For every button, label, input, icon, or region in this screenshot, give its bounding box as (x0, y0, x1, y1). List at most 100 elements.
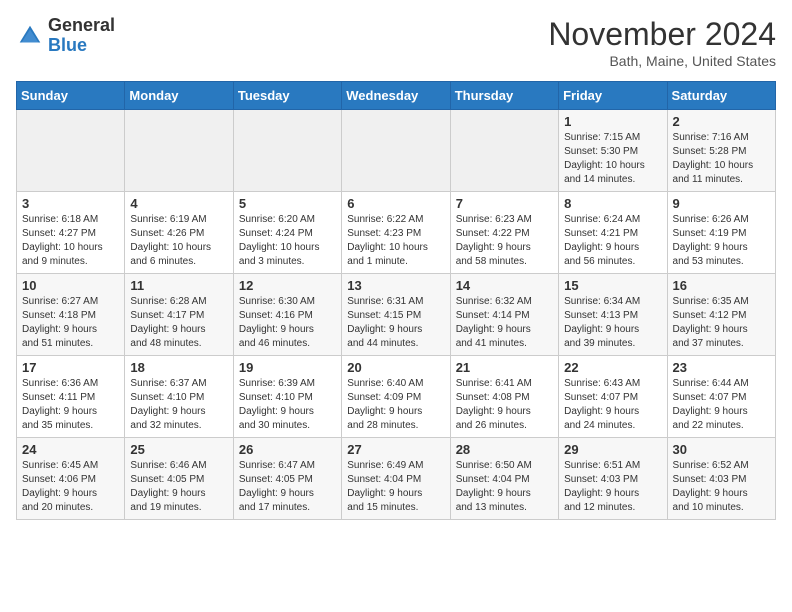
day-number: 23 (673, 360, 770, 375)
logo: General Blue (16, 16, 115, 56)
calendar-week-row: 17 Sunrise: 6:36 AM Sunset: 4:11 PM Dayli… (17, 356, 776, 438)
day-number: 27 (347, 442, 444, 457)
calendar-cell: 21 Sunrise: 6:41 AM Sunset: 4:08 PM Dayli… (450, 356, 558, 438)
day-info: Sunrise: 6:19 AM Sunset: 4:26 PM Dayligh… (130, 213, 227, 269)
day-info: Sunrise: 6:27 AM Sunset: 4:18 PM Dayligh… (22, 295, 119, 351)
calendar-cell: 7 Sunrise: 6:23 AM Sunset: 4:22 PM Daylig… (450, 192, 558, 274)
day-info: Sunrise: 6:20 AM Sunset: 4:24 PM Dayligh… (239, 213, 336, 269)
calendar-cell: 24 Sunrise: 6:45 AM Sunset: 4:06 PM Dayli… (17, 438, 125, 520)
weekday-header: Thursday (450, 82, 558, 110)
day-info: Sunrise: 6:18 AM Sunset: 4:27 PM Dayligh… (22, 213, 119, 269)
calendar-week-row: 10 Sunrise: 6:27 AM Sunset: 4:18 PM Dayli… (17, 274, 776, 356)
calendar-table: SundayMondayTuesdayWednesdayThursdayFrid… (16, 81, 776, 520)
day-info: Sunrise: 6:43 AM Sunset: 4:07 PM Dayligh… (564, 377, 661, 433)
day-info: Sunrise: 6:26 AM Sunset: 4:19 PM Dayligh… (673, 213, 770, 269)
day-info: Sunrise: 6:46 AM Sunset: 4:05 PM Dayligh… (130, 459, 227, 515)
day-info: Sunrise: 6:41 AM Sunset: 4:08 PM Dayligh… (456, 377, 553, 433)
day-info: Sunrise: 6:30 AM Sunset: 4:16 PM Dayligh… (239, 295, 336, 351)
day-number: 16 (673, 278, 770, 293)
calendar-cell: 10 Sunrise: 6:27 AM Sunset: 4:18 PM Dayli… (17, 274, 125, 356)
day-number: 6 (347, 196, 444, 211)
day-number: 1 (564, 114, 661, 129)
day-info: Sunrise: 6:49 AM Sunset: 4:04 PM Dayligh… (347, 459, 444, 515)
day-number: 3 (22, 196, 119, 211)
day-number: 17 (22, 360, 119, 375)
day-number: 30 (673, 442, 770, 457)
calendar-cell: 3 Sunrise: 6:18 AM Sunset: 4:27 PM Daylig… (17, 192, 125, 274)
calendar-cell: 18 Sunrise: 6:37 AM Sunset: 4:10 PM Dayli… (125, 356, 233, 438)
month-title: November 2024 (548, 16, 776, 53)
day-number: 29 (564, 442, 661, 457)
day-info: Sunrise: 6:23 AM Sunset: 4:22 PM Dayligh… (456, 213, 553, 269)
day-info: Sunrise: 7:16 AM Sunset: 5:28 PM Dayligh… (673, 131, 770, 187)
logo-general-text: General (48, 16, 115, 36)
day-info: Sunrise: 6:22 AM Sunset: 4:23 PM Dayligh… (347, 213, 444, 269)
day-info: Sunrise: 6:47 AM Sunset: 4:05 PM Dayligh… (239, 459, 336, 515)
day-number: 12 (239, 278, 336, 293)
day-info: Sunrise: 6:28 AM Sunset: 4:17 PM Dayligh… (130, 295, 227, 351)
day-number: 20 (347, 360, 444, 375)
day-number: 19 (239, 360, 336, 375)
day-number: 2 (673, 114, 770, 129)
day-info: Sunrise: 6:50 AM Sunset: 4:04 PM Dayligh… (456, 459, 553, 515)
calendar-cell: 19 Sunrise: 6:39 AM Sunset: 4:10 PM Dayli… (233, 356, 341, 438)
calendar-cell: 28Sunrise: 6:50 AM Sunset: 4:04 PM Dayli… (450, 438, 558, 520)
calendar-week-row: 3 Sunrise: 6:18 AM Sunset: 4:27 PM Daylig… (17, 192, 776, 274)
calendar-cell: 26Sunrise: 6:47 AM Sunset: 4:05 PM Dayli… (233, 438, 341, 520)
calendar-cell: 14Sunrise: 6:32 AM Sunset: 4:14 PM Dayli… (450, 274, 558, 356)
day-info: Sunrise: 6:45 AM Sunset: 4:06 PM Dayligh… (22, 459, 119, 515)
weekday-header: Friday (559, 82, 667, 110)
day-number: 9 (673, 196, 770, 211)
calendar-cell: 13 Sunrise: 6:31 AM Sunset: 4:15 PM Dayli… (342, 274, 450, 356)
day-number: 4 (130, 196, 227, 211)
day-number: 18 (130, 360, 227, 375)
day-info: Sunrise: 7:15 AM Sunset: 5:30 PM Dayligh… (564, 131, 661, 187)
calendar-cell: 23 Sunrise: 6:44 AM Sunset: 4:07 PM Dayli… (667, 356, 775, 438)
day-info: Sunrise: 6:40 AM Sunset: 4:09 PM Dayligh… (347, 377, 444, 433)
calendar-cell: 5 Sunrise: 6:20 AM Sunset: 4:24 PM Daylig… (233, 192, 341, 274)
logo-blue-text: Blue (48, 36, 115, 56)
day-number: 21 (456, 360, 553, 375)
day-number: 13 (347, 278, 444, 293)
day-info: Sunrise: 6:44 AM Sunset: 4:07 PM Dayligh… (673, 377, 770, 433)
calendar-cell: 12 Sunrise: 6:30 AM Sunset: 4:16 PM Dayli… (233, 274, 341, 356)
day-number: 14 (456, 278, 553, 293)
day-number: 24 (22, 442, 119, 457)
calendar-cell: 17 Sunrise: 6:36 AM Sunset: 4:11 PM Dayli… (17, 356, 125, 438)
day-number: 10 (22, 278, 119, 293)
day-info: Sunrise: 6:37 AM Sunset: 4:10 PM Dayligh… (130, 377, 227, 433)
day-number: 5 (239, 196, 336, 211)
day-info: Sunrise: 6:36 AM Sunset: 4:11 PM Dayligh… (22, 377, 119, 433)
calendar-cell (17, 110, 125, 192)
day-info: Sunrise: 6:31 AM Sunset: 4:15 PM Dayligh… (347, 295, 444, 351)
day-info: Sunrise: 6:35 AM Sunset: 4:12 PM Dayligh… (673, 295, 770, 351)
calendar-cell: 20 Sunrise: 6:40 AM Sunset: 4:09 PM Dayli… (342, 356, 450, 438)
calendar-cell: 27 Sunrise: 6:49 AM Sunset: 4:04 PM Dayli… (342, 438, 450, 520)
calendar-cell: 4 Sunrise: 6:19 AM Sunset: 4:26 PM Daylig… (125, 192, 233, 274)
weekday-header: Monday (125, 82, 233, 110)
weekday-header: Saturday (667, 82, 775, 110)
calendar-week-row: 1 Sunrise: 7:15 AM Sunset: 5:30 PM Daylig… (17, 110, 776, 192)
calendar-cell: 25Sunrise: 6:46 AM Sunset: 4:05 PM Dayli… (125, 438, 233, 520)
calendar-cell: 2 Sunrise: 7:16 AM Sunset: 5:28 PM Daylig… (667, 110, 775, 192)
calendar-cell: 30Sunrise: 6:52 AM Sunset: 4:03 PM Dayli… (667, 438, 775, 520)
day-number: 7 (456, 196, 553, 211)
location-text: Bath, Maine, United States (548, 53, 776, 69)
calendar-cell: 1 Sunrise: 7:15 AM Sunset: 5:30 PM Daylig… (559, 110, 667, 192)
day-info: Sunrise: 6:24 AM Sunset: 4:21 PM Dayligh… (564, 213, 661, 269)
calendar-header-row: SundayMondayTuesdayWednesdayThursdayFrid… (17, 82, 776, 110)
day-number: 11 (130, 278, 227, 293)
calendar-cell: 16 Sunrise: 6:35 AM Sunset: 4:12 PM Dayli… (667, 274, 775, 356)
day-number: 22 (564, 360, 661, 375)
calendar-cell: 22 Sunrise: 6:43 AM Sunset: 4:07 PM Dayli… (559, 356, 667, 438)
calendar-cell (342, 110, 450, 192)
page-header: General Blue November 2024 Bath, Maine, … (16, 16, 776, 69)
day-number: 15 (564, 278, 661, 293)
calendar-cell (125, 110, 233, 192)
calendar-week-row: 24 Sunrise: 6:45 AM Sunset: 4:06 PM Dayli… (17, 438, 776, 520)
weekday-header: Wednesday (342, 82, 450, 110)
calendar-cell: 6 Sunrise: 6:22 AM Sunset: 4:23 PM Daylig… (342, 192, 450, 274)
calendar-cell: 9 Sunrise: 6:26 AM Sunset: 4:19 PM Daylig… (667, 192, 775, 274)
day-number: 8 (564, 196, 661, 211)
day-info: Sunrise: 6:39 AM Sunset: 4:10 PM Dayligh… (239, 377, 336, 433)
